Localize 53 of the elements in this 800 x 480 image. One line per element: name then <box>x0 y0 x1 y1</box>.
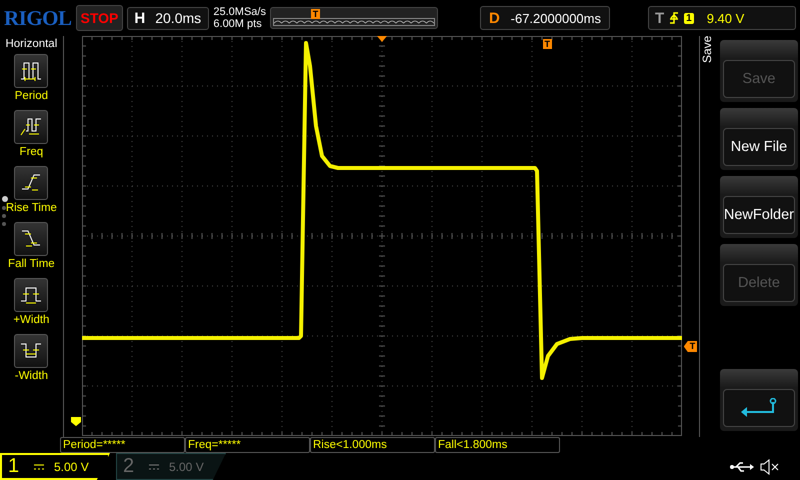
measurement-readout: Freq=***** <box>185 437 310 453</box>
menu-button[interactable]: NewFolder <box>722 196 795 234</box>
menu-button[interactable]: New File <box>722 128 795 166</box>
measure-label: -Width <box>14 370 48 382</box>
channel-tab[interactable]: 2 5.00 V <box>116 453 226 480</box>
back-button[interactable] <box>722 389 795 427</box>
return-arrow-icon <box>738 398 779 418</box>
measure-button[interactable] <box>14 166 48 200</box>
measurement-readout: Rise<1.000ms <box>310 437 435 453</box>
horizontal-position-marker <box>376 36 387 42</box>
dc-coupling-icon <box>34 464 44 470</box>
run-status[interactable]: STOP <box>76 5 124 31</box>
channel-scale: 5.00 V <box>54 460 89 474</box>
menu-title: Save <box>700 36 715 66</box>
delay-value: -67.2000000ms <box>510 10 601 26</box>
measure-label: Fall Time <box>8 258 55 270</box>
menu-title: Horizontal <box>5 38 58 50</box>
page-dot[interactable] <box>2 222 6 226</box>
sample-rate: 25.0MSa/s <box>213 6 266 18</box>
measure-button[interactable] <box>14 110 48 144</box>
page-dot[interactable] <box>2 214 6 218</box>
measure-label: Rise Time <box>6 202 57 214</box>
channel-number: 2 <box>123 455 136 478</box>
dc-coupling-icon <box>149 464 159 470</box>
timebase-label: H <box>134 10 146 26</box>
muted-speaker-icon <box>760 458 780 474</box>
trigger-level: 9.40 V <box>706 10 744 26</box>
measure-label: Freq <box>20 146 44 158</box>
trigger-label: T <box>654 10 664 26</box>
measure-button[interactable] <box>14 222 48 256</box>
rising-edge-icon <box>669 11 680 25</box>
channel-scale: 5.00 V <box>169 460 204 474</box>
measure-label: Period <box>14 90 48 102</box>
usb-icon <box>730 460 754 472</box>
delay-label: D <box>488 10 501 26</box>
memory-depth: 6.00M pts <box>213 18 263 30</box>
trigger-level-marker: T <box>684 341 698 352</box>
measure-button[interactable] <box>14 54 48 88</box>
measure-button[interactable] <box>14 334 48 368</box>
trigger-position-marker: T <box>542 39 552 49</box>
brand-logo: RIGOL <box>4 6 72 30</box>
timebase-value: 20.0ms <box>155 10 202 26</box>
channel-offset-marker <box>70 417 81 427</box>
measure-label: +Width <box>13 314 50 326</box>
page-dot[interactable] <box>2 196 8 202</box>
measure-button[interactable] <box>14 278 48 312</box>
page-dot[interactable] <box>2 206 6 210</box>
channel-tab[interactable]: 1 5.00 V <box>0 453 110 480</box>
measurement-readout: Period=***** <box>60 437 185 453</box>
measurement-readout: Fall<1.800ms <box>435 437 560 453</box>
trigger-marker: T <box>310 9 320 19</box>
channel-number: 1 <box>8 455 20 478</box>
trigger-source: 1 <box>684 12 694 24</box>
